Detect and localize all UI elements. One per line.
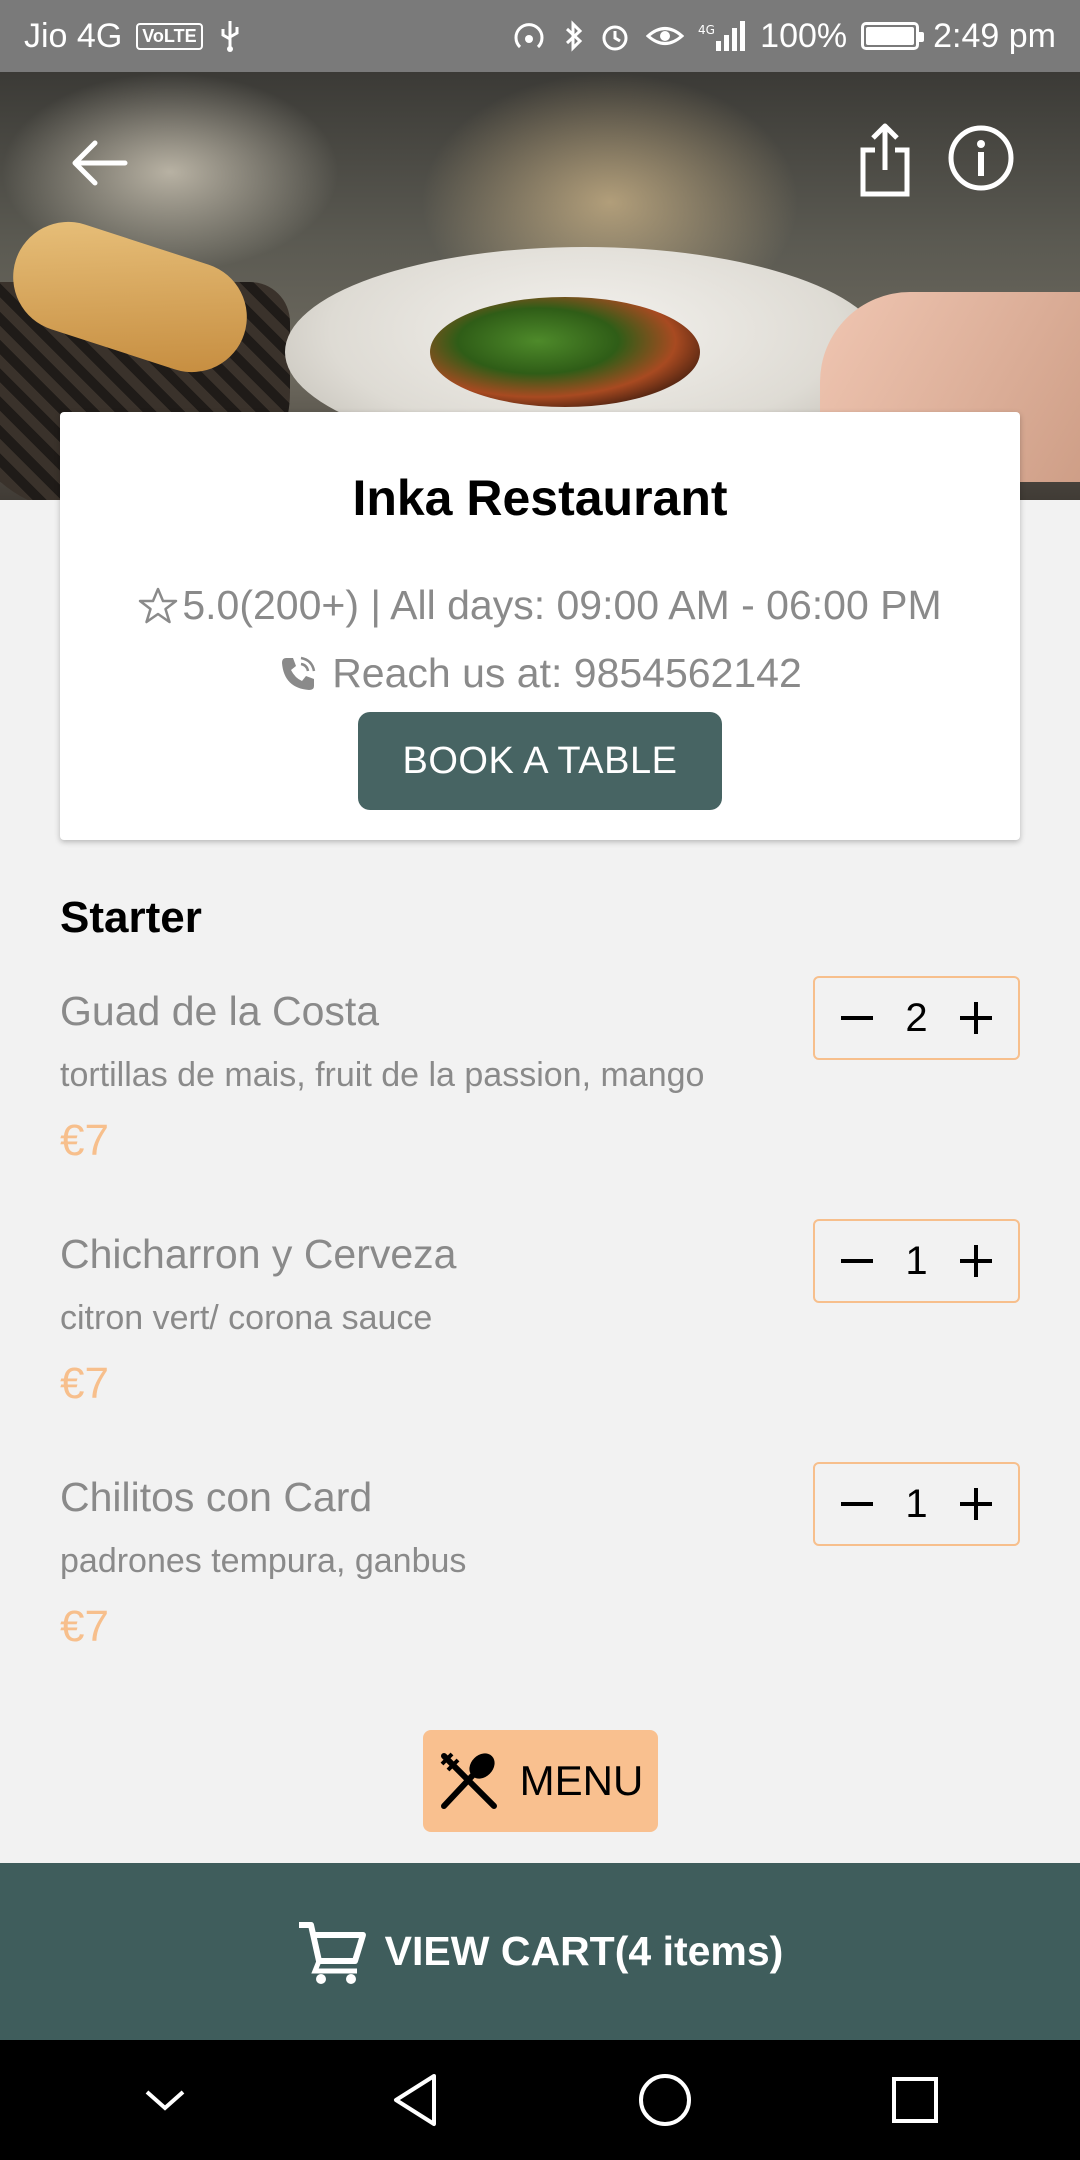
view-cart-button[interactable]: VIEW CART(4 items) [0, 1863, 1080, 2040]
item-description: tortillas de mais, fruit de la passion, … [60, 1056, 705, 1094]
quantity-stepper: 2 [813, 976, 1020, 1060]
carrier-label: Jio 4G [24, 16, 123, 55]
nav-home-button[interactable] [620, 2055, 710, 2145]
increment-button[interactable] [954, 1239, 998, 1283]
chevron-down-icon [145, 2090, 185, 2111]
item-name: Chilitos con Card [60, 1474, 373, 1520]
triangle-back-icon [394, 2074, 436, 2126]
menu-item: Chicharron y Cerveza citron vert/ corona… [60, 1219, 1020, 1441]
nav-recents-button[interactable] [870, 2055, 960, 2145]
minus-icon [841, 1259, 873, 1263]
arrow-left-icon [72, 140, 128, 186]
star-icon [139, 587, 178, 623]
square-recents-icon [892, 2077, 938, 2123]
phone-text: Reach us at: 9854562142 [332, 650, 802, 696]
decrement-button[interactable] [835, 1482, 879, 1526]
usb-icon [217, 19, 243, 53]
back-button[interactable] [62, 126, 136, 200]
quantity-value: 2 [905, 995, 928, 1040]
item-name: Chicharron y Cerveza [60, 1231, 457, 1277]
decrement-button[interactable] [835, 1239, 879, 1283]
share-button[interactable] [848, 118, 922, 202]
eye-icon [646, 21, 685, 51]
plus-icon [960, 1002, 992, 1034]
nav-back-button[interactable] [370, 2055, 460, 2145]
item-price: €7 [60, 1602, 109, 1651]
decrement-button[interactable] [835, 996, 879, 1040]
menu-item: Chilitos con Card padrones tempura, ganb… [60, 1462, 1020, 1684]
quantity-stepper: 1 [813, 1462, 1020, 1546]
item-description: padrones tempura, ganbus [60, 1542, 467, 1580]
item-description: citron vert/ corona sauce [60, 1299, 433, 1337]
hotspot-icon [512, 19, 550, 53]
circle-home-icon [639, 2074, 691, 2126]
signal-icon: 4G [698, 19, 746, 53]
increment-button[interactable] [954, 1482, 998, 1526]
quantity-value: 1 [905, 1238, 928, 1283]
share-icon [860, 123, 910, 197]
minus-icon [841, 1502, 873, 1506]
item-price: €7 [60, 1116, 109, 1165]
phone-line[interactable]: Reach us at: 9854562142 [60, 650, 1020, 697]
rating-hours-text: 5.0(200+) | All days: 09:00 AM - 06:00 P… [182, 582, 942, 628]
minus-icon [841, 1016, 873, 1020]
cart-icon [298, 1921, 366, 1984]
plus-icon [960, 1245, 992, 1277]
section-title: Starter [60, 893, 202, 942]
info-icon [948, 125, 1014, 191]
increment-button[interactable] [954, 996, 998, 1040]
volte-icon: VoLTE [136, 22, 203, 50]
quantity-value: 1 [905, 1481, 928, 1526]
battery-percent: 100% [760, 16, 848, 55]
alarm-icon [598, 19, 632, 53]
status-bar: Jio 4G VoLTE 4G 100% 2:49 pm [0, 0, 1080, 72]
nav-collapse-button[interactable] [120, 2055, 210, 2145]
network-type: 4G [698, 23, 715, 37]
clock: 2:49 pm [933, 16, 1056, 55]
book-table-button[interactable]: BOOK A TABLE [358, 712, 722, 810]
battery-icon [861, 22, 925, 50]
phone-icon [282, 656, 316, 690]
restaurant-info-card: Inka Restaurant 5.0(200+) | All days: 09… [60, 412, 1020, 840]
rating-hours: 5.0(200+) | All days: 09:00 AM - 06:00 P… [60, 582, 1020, 629]
menu-button[interactable]: MENU [423, 1730, 658, 1832]
item-price: €7 [60, 1359, 109, 1408]
view-cart-label: VIEW CART(4 items) [384, 1928, 784, 1974]
system-nav-bar [0, 2040, 1080, 2160]
plus-icon [960, 1488, 992, 1520]
menu-item: Guad de la Costa tortillas de mais, frui… [60, 976, 1020, 1198]
menu-label: MENU [519, 1757, 644, 1804]
quantity-stepper: 1 [813, 1219, 1020, 1303]
item-name: Guad de la Costa [60, 988, 380, 1034]
info-button[interactable] [946, 118, 1016, 198]
utensils-icon [440, 1752, 497, 1809]
bluetooth-icon [564, 19, 584, 53]
restaurant-name: Inka Restaurant [352, 470, 728, 526]
